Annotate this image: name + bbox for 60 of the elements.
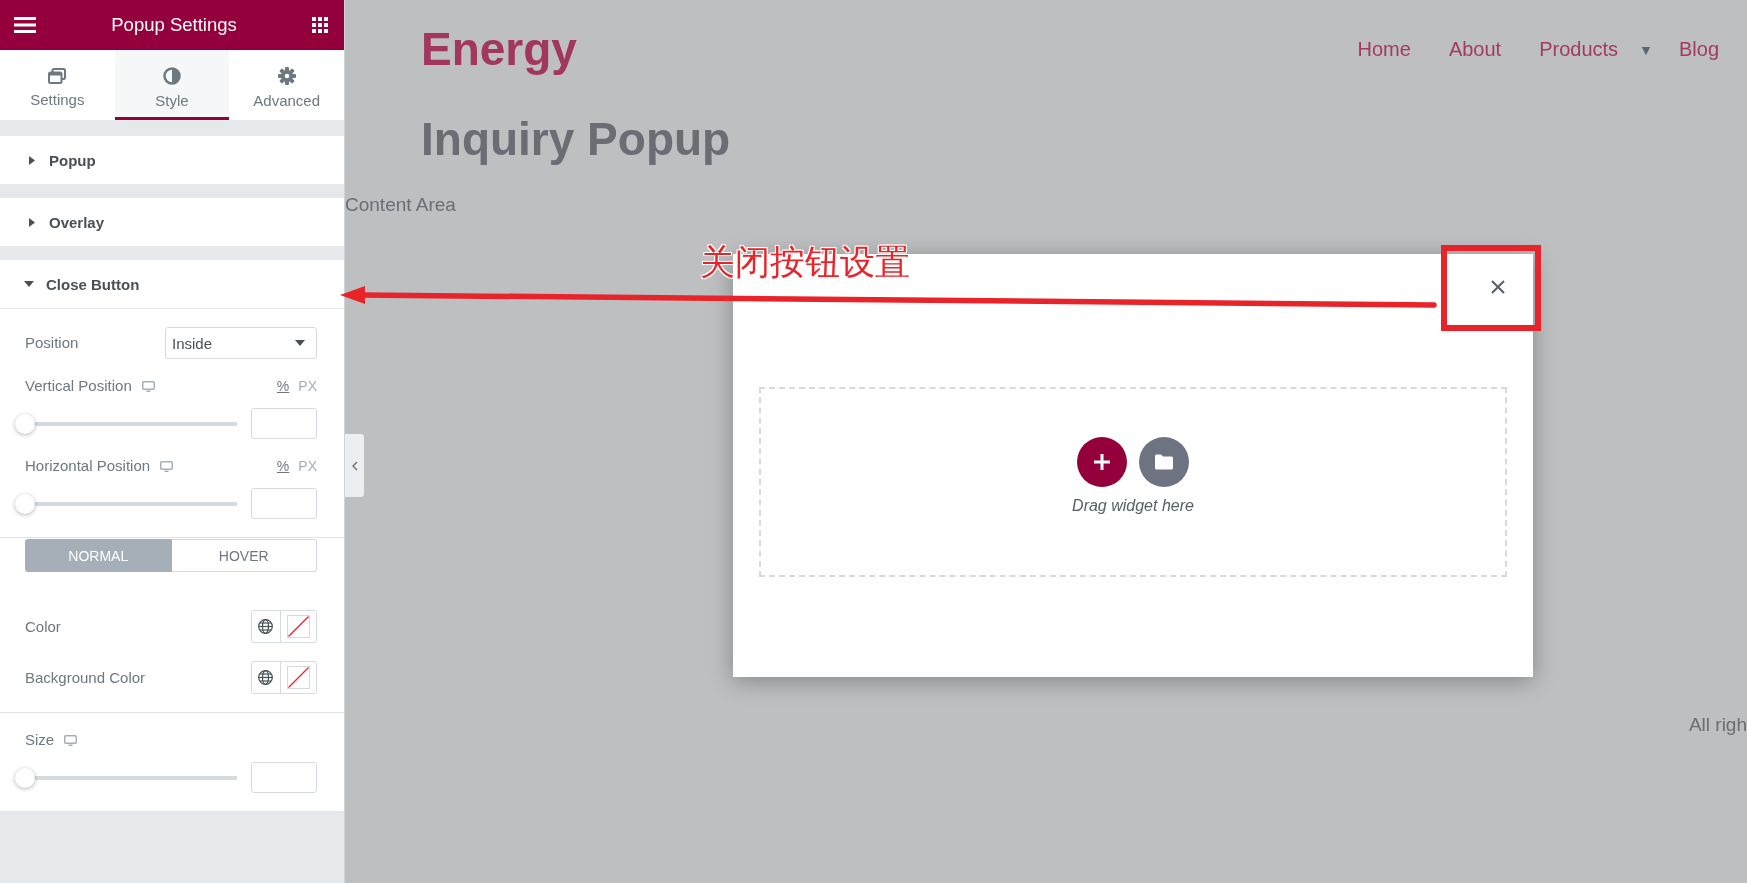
chevron-left-icon	[351, 460, 358, 471]
apps-grid-icon[interactable]	[312, 17, 328, 33]
panel-collapse-button[interactable]	[345, 434, 364, 497]
unit-option[interactable]: %	[276, 458, 290, 474]
section-header[interactable]: Close Button	[0, 260, 344, 309]
section-header[interactable]: Popup	[0, 136, 344, 184]
unit-option[interactable]: PX	[298, 458, 317, 474]
dropdown-caret[interactable]: ▼	[1639, 41, 1653, 58]
control-label: Horizontal Position	[25, 457, 151, 475]
folder-icon[interactable]	[1139, 437, 1189, 487]
panel-title: Popup Settings	[111, 14, 237, 36]
number-input[interactable]	[251, 762, 317, 793]
state-tab[interactable]: HOVER	[171, 539, 317, 572]
tab[interactable]: Advanced	[229, 50, 344, 120]
slider-thumb[interactable]	[15, 413, 35, 434]
select-field[interactable]: Inside	[165, 327, 317, 359]
slider-thumb[interactable]	[15, 493, 35, 514]
control-label: Position	[25, 334, 79, 352]
footer-text: All righ	[1688, 714, 1747, 736]
windows-icon	[48, 67, 67, 84]
desktop-icon[interactable]	[160, 460, 174, 472]
add-icon[interactable]	[1077, 437, 1127, 487]
unit-option[interactable]: %	[276, 378, 290, 394]
gear-icon	[277, 66, 296, 85]
caret-right-icon	[29, 155, 35, 165]
slider-thumb[interactable]	[15, 767, 35, 788]
color-picker[interactable]	[251, 661, 317, 694]
content-area-label: Content Area	[345, 194, 456, 216]
empty-swatch-icon[interactable]	[286, 615, 310, 638]
nav-link[interactable]: Home	[1357, 38, 1411, 61]
globe-icon[interactable]	[258, 619, 274, 634]
desktop-icon[interactable]	[141, 380, 155, 392]
caret-right-icon	[29, 217, 35, 227]
control-label: Background Color	[25, 668, 146, 687]
control-label: Color	[25, 617, 61, 636]
annotation-text: 关闭按钮设置	[700, 242, 910, 282]
caret-down-icon	[295, 340, 305, 346]
number-input[interactable]	[251, 408, 317, 439]
close-icon[interactable]	[1491, 280, 1505, 294]
control-label: Vertical Position	[25, 377, 132, 395]
nav-link[interactable]: Blog	[1678, 38, 1719, 61]
nav-link[interactable]: About	[1448, 38, 1502, 61]
section-header[interactable]: Overlay	[0, 198, 344, 246]
empty-swatch-icon[interactable]	[286, 666, 310, 689]
unit-option[interactable]: PX	[298, 378, 317, 394]
site-title[interactable]: Energy	[421, 22, 577, 77]
nav-link[interactable]: Products	[1539, 38, 1619, 61]
number-input[interactable]	[251, 488, 317, 519]
drop-hint: Drag widget here	[1072, 497, 1194, 515]
control-label: Size	[25, 731, 55, 749]
color-picker[interactable]	[251, 610, 317, 643]
globe-icon[interactable]	[258, 670, 274, 685]
contrast-icon	[163, 66, 181, 85]
state-tab[interactable]: NORMAL	[25, 539, 172, 572]
tab[interactable]: Settings	[0, 50, 115, 120]
tab[interactable]: Style	[114, 50, 230, 120]
desktop-icon[interactable]	[64, 734, 78, 746]
caret-down-icon	[24, 281, 34, 287]
page-title: Inquiry Popup	[421, 112, 731, 167]
menu-icon[interactable]	[14, 17, 36, 33]
